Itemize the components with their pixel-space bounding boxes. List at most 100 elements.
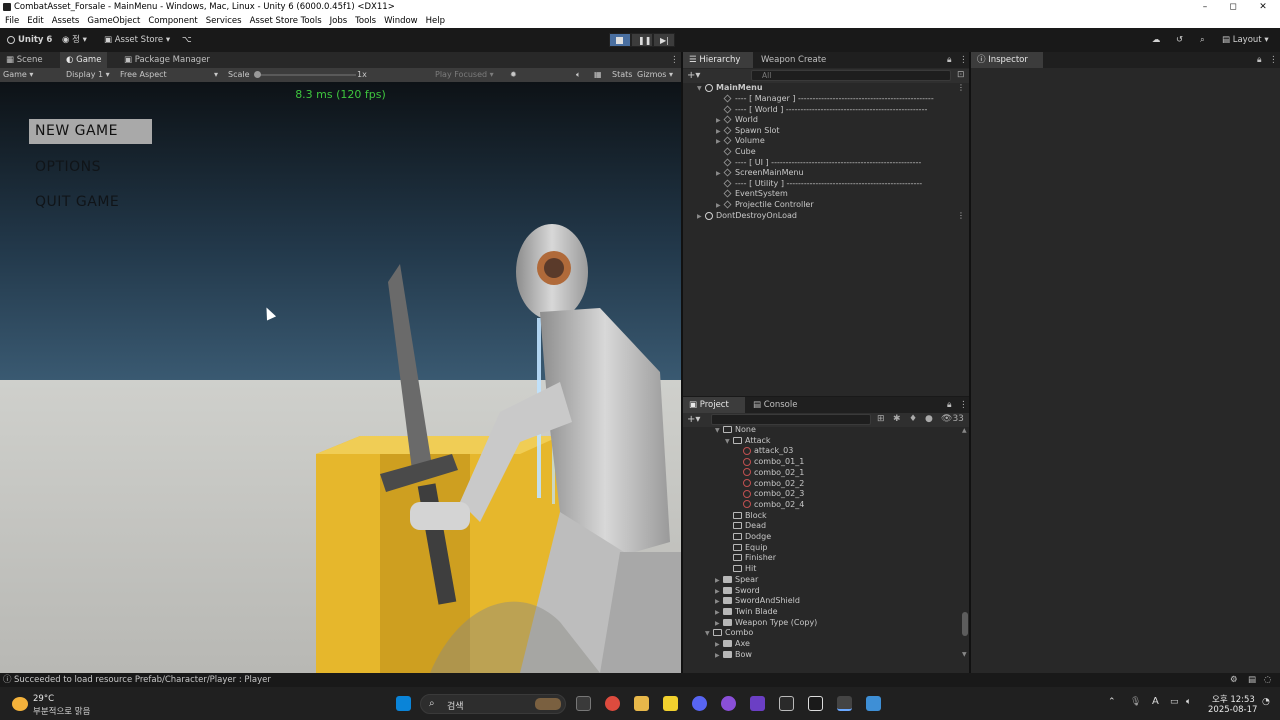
visual-studio-icon[interactable] xyxy=(750,696,765,711)
hierarchy-item[interactable]: ---- [ World ] -------------------------… xyxy=(683,105,970,116)
project-item[interactable]: ▼ Attack xyxy=(683,436,970,447)
ime-indicator[interactable]: A xyxy=(1152,696,1159,707)
account-dropdown[interactable]: ◉ 정 ▾ xyxy=(62,34,87,46)
menu-tools[interactable]: Tools xyxy=(355,14,376,28)
project-item[interactable]: Block xyxy=(683,511,970,522)
menu-asset-store-tools[interactable]: Asset Store Tools xyxy=(250,14,322,28)
search-by-type-icon[interactable]: ⊞ xyxy=(877,414,885,424)
unity-hub-icon[interactable] xyxy=(779,696,794,711)
close-window-button[interactable]: ✕ xyxy=(1248,0,1278,14)
menu-window[interactable]: Window xyxy=(384,14,418,28)
project-item[interactable]: combo_02_1 xyxy=(683,468,970,479)
hidden-count[interactable]: 👁︎33 xyxy=(941,414,964,424)
project-item[interactable]: combo_01_1 xyxy=(683,457,970,468)
epic-games-icon[interactable] xyxy=(808,696,823,711)
project-item[interactable]: ▼ None xyxy=(683,425,970,436)
hierarchy-item[interactable]: ▶ Volume xyxy=(683,136,970,147)
add-icon[interactable]: +▾ xyxy=(687,70,700,81)
hierarchy-item[interactable]: ▶ Projectile Controller xyxy=(683,200,970,211)
tab-scene[interactable]: ▦ Scene xyxy=(0,52,49,68)
project-item[interactable]: Equip xyxy=(683,543,970,554)
scale-slider-handle[interactable] xyxy=(254,71,261,78)
status-message[interactable]: Succeeded to load resource Prefab/Charac… xyxy=(14,675,271,685)
hierarchy-item[interactable]: EventSystem xyxy=(683,189,970,200)
menu-edit[interactable]: Edit xyxy=(27,14,43,28)
hierarchy-item[interactable]: ---- [ Manager ] -----------------------… xyxy=(683,94,970,105)
expand-arrow-icon[interactable]: ▶ xyxy=(716,201,724,212)
project-item[interactable]: combo_02_4 xyxy=(683,500,970,511)
file-explorer-icon[interactable] xyxy=(634,696,649,711)
search-by-label-icon[interactable]: ✱ xyxy=(893,414,901,424)
project-item[interactable]: combo_02_2 xyxy=(683,479,970,490)
game-view[interactable]: 8.3 ms (120 fps) NEW GAME OPTIONS QUIT G… xyxy=(0,82,681,673)
discord-icon[interactable] xyxy=(692,696,707,711)
tab-inspector[interactable]: ⓘ Inspector xyxy=(971,52,1043,68)
network-icon[interactable]: ▭ xyxy=(1170,697,1179,707)
volume-icon[interactable]: 🔈︎ xyxy=(1186,697,1191,707)
project-item[interactable]: Dodge xyxy=(683,532,970,543)
stats-button[interactable]: Stats xyxy=(612,69,632,81)
scroll-up-icon[interactable]: ▲ xyxy=(962,427,967,434)
project-scrollbar-thumb[interactable] xyxy=(962,612,968,636)
project-item[interactable]: Finisher xyxy=(683,553,970,564)
play-focused-dropdown[interactable]: Play Focused ▾ xyxy=(435,69,494,81)
weather-temp[interactable]: 29°C xyxy=(33,694,54,704)
tray-expand-icon[interactable]: ⌃ xyxy=(1108,697,1116,707)
search-options-icon[interactable]: ⊡ xyxy=(957,70,965,80)
weather-desc[interactable]: 부분적으로 맑음 xyxy=(33,705,90,717)
options-button[interactable]: OPTIONS xyxy=(29,155,152,180)
scroll-down-icon[interactable]: ▼ xyxy=(962,651,967,658)
expand-arrow-icon[interactable]: ▼ xyxy=(697,84,705,95)
display-dropdown[interactable]: Display 1 ▾ xyxy=(66,69,110,81)
asset-store-button[interactable]: ▣ Asset Store ▾ xyxy=(104,34,170,46)
hierarchy-item[interactable]: ▶ Spawn Slot xyxy=(683,126,970,137)
hierarchy-item[interactable]: Cube xyxy=(683,147,970,158)
menu-file[interactable]: File xyxy=(5,14,19,28)
inspector-more-icon[interactable]: ⋮ xyxy=(1263,52,1280,68)
menu-jobs[interactable]: Jobs xyxy=(330,14,348,28)
tab-project[interactable]: ▣ Project xyxy=(683,397,745,413)
project-add-icon[interactable]: +▾ xyxy=(687,414,700,425)
info-icon[interactable]: ● xyxy=(925,414,933,424)
project-item[interactable]: ▶ Bow xyxy=(683,650,970,661)
layout-dropdown[interactable]: ▤ Layout ▾ xyxy=(1222,34,1269,46)
tab-console[interactable]: ▤ Console xyxy=(747,397,803,413)
menu-help[interactable]: Help xyxy=(426,14,445,28)
unity-editor-icon[interactable] xyxy=(837,696,852,711)
notifications-icon[interactable]: ◌ xyxy=(1264,673,1271,687)
audio-icon[interactable]: 🔈︎ xyxy=(576,69,581,81)
scene-root-row[interactable]: ▼ MainMenu ⋮ xyxy=(683,83,970,94)
kakaotalk-icon[interactable] xyxy=(663,696,678,711)
scene-more-icon[interactable]: ⋮ xyxy=(957,83,965,94)
taskbar-search-input[interactable]: ⌕ 검색 xyxy=(420,694,566,714)
project-item[interactable]: ▼ Combo xyxy=(683,628,970,639)
windows-start-icon[interactable] xyxy=(396,696,411,711)
minimize-button[interactable]: – xyxy=(1190,0,1220,14)
tab-game[interactable]: ◐ Game xyxy=(60,52,108,68)
hierarchy-item[interactable]: ---- [ UI ] ----------------------------… xyxy=(683,158,970,169)
menu-gameobject[interactable]: GameObject xyxy=(87,14,140,28)
favorite-icon[interactable]: ♦ xyxy=(909,414,917,424)
hierarchy-search-input[interactable]: All xyxy=(751,70,951,81)
project-item[interactable]: ▶ Weapon Type (Copy) xyxy=(683,618,970,629)
dont-destroy-more-icon[interactable]: ⋮ xyxy=(957,211,965,222)
project-item[interactable]: ▶ Sword xyxy=(683,586,970,597)
project-item[interactable]: Hit xyxy=(683,564,970,575)
project-item[interactable]: Dead xyxy=(683,521,970,532)
menu-component[interactable]: Component xyxy=(148,14,197,28)
notepad-icon[interactable] xyxy=(866,696,881,711)
expand-arrow-icon[interactable]: ▶ xyxy=(697,212,705,223)
hierarchy-item[interactable]: ▶ ScreenMainMenu xyxy=(683,168,970,179)
project-search-input[interactable] xyxy=(711,414,871,425)
notification-bell-icon[interactable]: ◔ xyxy=(1262,697,1270,707)
progress-icon[interactable]: ⚙ xyxy=(1230,673,1238,687)
dont-destroy-row[interactable]: ▶ DontDestroyOnLoad ⋮ xyxy=(683,211,970,222)
menu-services[interactable]: Services xyxy=(206,14,242,28)
tab-hierarchy[interactable]: ☰ Hierarchy xyxy=(683,52,753,68)
scale-slider[interactable] xyxy=(254,71,356,78)
chrome-icon[interactable] xyxy=(605,696,620,711)
pause-button[interactable]: ❚❚ xyxy=(631,33,653,47)
play-button[interactable] xyxy=(609,33,631,47)
gizmos-dropdown[interactable]: Gizmos ▾ xyxy=(637,69,673,81)
project-item[interactable]: ▶ Spear xyxy=(683,575,970,586)
